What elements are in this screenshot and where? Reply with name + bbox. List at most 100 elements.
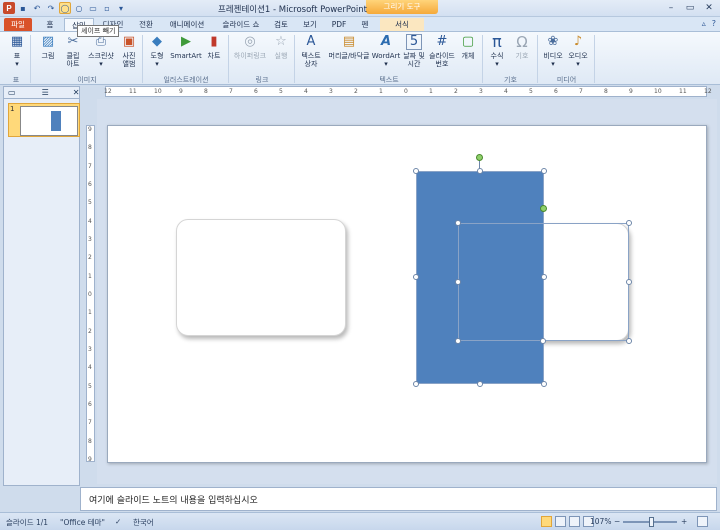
- symbol-button[interactable]: Ω 기호: [511, 33, 533, 61]
- zoom-slider-thumb[interactable]: [648, 517, 654, 527]
- resize-handle[interactable]: [541, 168, 547, 174]
- shape-icon[interactable]: ◯: [59, 2, 71, 14]
- theme-name[interactable]: "Office 테마": [60, 517, 105, 528]
- tab-pdf[interactable]: PDF: [327, 18, 351, 32]
- tab-view[interactable]: 보기: [298, 18, 322, 32]
- resize-handle[interactable]: [626, 338, 632, 344]
- customize-icon[interactable]: ▾: [115, 2, 127, 14]
- rotation-handle[interactable]: [476, 154, 483, 161]
- picture-button[interactable]: ▨ 그림: [36, 34, 60, 60]
- video-button[interactable]: ❀ 비디오 ▾: [540, 34, 566, 68]
- normal-view-icon[interactable]: [541, 516, 552, 527]
- spell-check-icon[interactable]: ✓: [115, 517, 121, 526]
- zoom-in-icon[interactable]: +: [681, 517, 687, 526]
- resize-handle[interactable]: [540, 338, 546, 344]
- tab-animations[interactable]: 애니메이션: [162, 18, 212, 32]
- tabrow-controls: ▵ ?: [702, 19, 716, 28]
- ruler-number: 9: [179, 88, 183, 95]
- table-button[interactable]: ▦ 표 ▾: [6, 34, 28, 68]
- tab-file[interactable]: 파일: [4, 18, 32, 32]
- close-icon[interactable]: ✕: [69, 88, 84, 97]
- resize-handle[interactable]: [541, 381, 547, 387]
- horizontal-ruler[interactable]: 12 11 10 9 8 7 6 5 4 3 2 1 0 1 2 3 4 5 6 7 8 9 10 11 12: [104, 86, 712, 97]
- slide-number-icon: #: [436, 34, 448, 49]
- window-buttons: – ▭ ✕: [662, 1, 718, 14]
- minimize-ribbon-icon[interactable]: ▵: [702, 19, 706, 28]
- photo-album-button[interactable]: ▣ 사진 앨범: [118, 34, 140, 68]
- save-icon[interactable]: ▪: [17, 2, 29, 14]
- resize-handle[interactable]: [626, 220, 632, 226]
- tab-transitions[interactable]: 전환: [133, 18, 159, 32]
- folder-icon[interactable]: ▭: [87, 2, 99, 14]
- action-button[interactable]: ☆ 실행: [271, 34, 291, 60]
- ruler-number: 11: [679, 88, 687, 95]
- equation-button[interactable]: π 수식 ▾: [486, 32, 508, 69]
- audio-button[interactable]: ♪ 오디오 ▾: [566, 34, 590, 68]
- slide-sorter-icon[interactable]: [555, 516, 566, 527]
- minimize-icon[interactable]: –: [662, 1, 680, 14]
- tab-slideshow[interactable]: 슬라이드 쇼: [216, 18, 266, 32]
- tab-format[interactable]: 서식: [380, 18, 424, 32]
- resize-handle[interactable]: [626, 279, 632, 285]
- resize-handle[interactable]: [413, 381, 419, 387]
- slides-tab-icon[interactable]: ▭: [4, 88, 20, 97]
- context-tab-group: 그리기 도구: [366, 0, 438, 14]
- redo-icon[interactable]: ↷: [45, 2, 57, 14]
- thumbnail-preview: [20, 106, 78, 136]
- undo-icon[interactable]: ↶: [31, 2, 43, 14]
- ruler-number: 7: [88, 162, 92, 170]
- shapes-button[interactable]: ◆ 도형 ▾: [146, 34, 168, 68]
- outline-tab-icon[interactable]: ☰: [38, 88, 53, 97]
- reading-view-icon[interactable]: [569, 516, 580, 527]
- adjustment-handle[interactable]: [540, 205, 547, 212]
- fit-slide-icon[interactable]: [697, 516, 708, 527]
- table-icon: ▦: [10, 34, 24, 49]
- ruler-number: 3: [329, 88, 333, 95]
- notes-input[interactable]: 여기에 슬라이드 노트의 내용을 입력하십시오: [80, 487, 717, 511]
- resize-handle[interactable]: [541, 274, 547, 280]
- screenshot-button[interactable]: ⎙ 스크린샷 ▾: [84, 34, 118, 68]
- rounded-rectangle-shape[interactable]: [176, 219, 346, 336]
- header-footer-button[interactable]: ▤ 머리글/바닥글: [325, 34, 373, 60]
- window-title: 프레젠테이션1 - Microsoft PowerPoint: [218, 5, 367, 15]
- maximize-icon[interactable]: ▭: [681, 1, 699, 14]
- ruler-number: 0: [404, 88, 408, 95]
- slide-number-button[interactable]: # 슬라이드 번호: [428, 34, 456, 68]
- vertical-ruler[interactable]: 9 8 7 6 5 4 3 2 1 0 1 2 3 4 5 6 7 8 9: [86, 125, 95, 463]
- hyperlink-button[interactable]: ◎ 하이퍼링크: [230, 34, 270, 60]
- language[interactable]: 한국어: [133, 517, 154, 528]
- smartart-button[interactable]: ▶ SmartArt: [170, 34, 202, 60]
- close-icon[interactable]: ✕: [700, 1, 718, 14]
- textbox-button[interactable]: A 텍스트 상자: [298, 34, 324, 68]
- symbol-icon: Ω: [516, 33, 528, 51]
- resize-handle[interactable]: [413, 274, 419, 280]
- circle-icon[interactable]: ○: [73, 2, 85, 14]
- zoom-level[interactable]: 107%: [590, 517, 611, 526]
- date-time-button[interactable]: 5 날짜 및 시간: [401, 34, 427, 68]
- tab-pen[interactable]: 펜: [355, 18, 375, 32]
- powerpoint-icon[interactable]: P: [3, 2, 15, 14]
- help-icon[interactable]: ?: [712, 19, 716, 28]
- object-button[interactable]: ▢ 개체: [458, 34, 478, 60]
- equation-icon: π: [492, 32, 502, 51]
- slide-thumbnail[interactable]: 1: [8, 103, 80, 137]
- tab-review[interactable]: 검토: [269, 18, 293, 32]
- clipart-button[interactable]: ✂ 클립 아트: [62, 34, 84, 68]
- status-bar: 슬라이드 1/1 "Office 테마" ✓ 한국어 107% − +: [0, 512, 720, 530]
- ruler-number: 9: [629, 88, 633, 95]
- ruler-number: 10: [654, 88, 662, 95]
- zoom-out-icon[interactable]: −: [614, 517, 620, 526]
- resize-handle[interactable]: [477, 168, 483, 174]
- tab-home[interactable]: 홈: [38, 18, 62, 32]
- wordart-button[interactable]: A WordArt ▾: [372, 34, 400, 68]
- resize-handle[interactable]: [455, 338, 461, 344]
- resize-handle[interactable]: [455, 220, 461, 226]
- resize-handle[interactable]: [455, 279, 461, 285]
- print-icon[interactable]: ▫: [101, 2, 113, 14]
- resize-handle[interactable]: [413, 168, 419, 174]
- shapes-icon: ◆: [152, 34, 162, 49]
- resize-handle[interactable]: [477, 381, 483, 387]
- chart-button[interactable]: ▮ 차트: [203, 34, 225, 60]
- ruler-number: 8: [88, 437, 92, 445]
- ruler-number: 5: [529, 88, 533, 95]
